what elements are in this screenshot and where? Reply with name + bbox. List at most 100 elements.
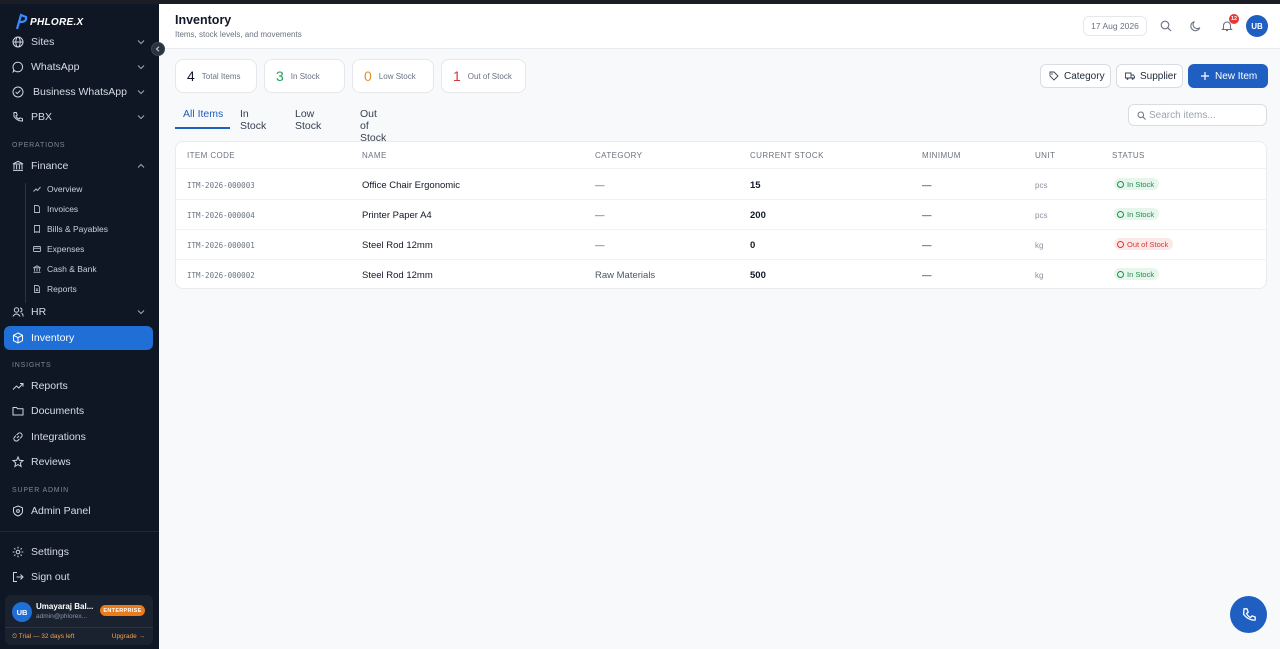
receipt-icon: [34, 225, 40, 233]
table-row[interactable]: ITM-2026-000001 Steel Rod 12mm — 0 — kg …: [176, 230, 1266, 260]
sidebar-item-sign-out[interactable]: Sign out: [4, 565, 153, 589]
sidebar-item-admin-panel[interactable]: Admin Panel: [4, 499, 153, 523]
item-unit: kg: [1035, 241, 1044, 250]
item-category: —: [595, 240, 605, 251]
tab-out-of-stock[interactable]: Out of Stock: [360, 106, 386, 144]
sidebar: PHLORE.X Sites WhatsApp Business WhatsAp…: [0, 4, 159, 649]
sidebar-item-sites[interactable]: Sites: [4, 30, 153, 54]
column-header-current-stock[interactable]: CURRENT STOCK: [750, 151, 824, 160]
sidebar-subitem-overview[interactable]: Overview: [33, 182, 82, 196]
page-header: Inventory Items, stock levels, and movem…: [159, 4, 1280, 49]
sidebar-item-inventory[interactable]: Inventory: [4, 326, 153, 350]
sidebar-item-label: Inventory: [31, 332, 75, 344]
stat-value: 4: [187, 68, 195, 84]
sidebar-subitem-cash-bank[interactable]: Cash & Bank: [33, 262, 97, 276]
upgrade-link[interactable]: Upgrade →: [112, 633, 145, 640]
item-category: Raw Materials: [595, 270, 656, 281]
table-row[interactable]: ITM-2026-000004 Printer Paper A4 — 200 —…: [176, 200, 1266, 230]
column-header-category[interactable]: CATEGORY: [595, 151, 642, 160]
sidebar-item-whatsapp[interactable]: WhatsApp: [4, 55, 153, 79]
user-card[interactable]: UB Umayaraj Bal... admin@phlorex... ENTE…: [5, 595, 153, 645]
sidebar-item-reports[interactable]: Reports: [4, 374, 153, 398]
new-item-button[interactable]: New Item: [1188, 64, 1268, 88]
category-button[interactable]: Category: [1040, 64, 1111, 88]
sidebar-item-settings[interactable]: Settings: [4, 540, 153, 564]
stat-value: 3: [276, 68, 284, 84]
item-code: ITM-2026-000003: [187, 181, 255, 190]
table-row[interactable]: ITM-2026-000002 Steel Rod 12mm Raw Mater…: [176, 260, 1266, 288]
date-chip[interactable]: 17 Aug 2026: [1083, 16, 1147, 36]
section-insights: INSIGHTS: [12, 362, 52, 369]
column-header-unit[interactable]: UNIT: [1035, 151, 1055, 160]
column-header-status[interactable]: STATUS: [1112, 151, 1145, 160]
table-row[interactable]: ITM-2026-000003 Office Chair Ergonomic —…: [176, 170, 1266, 200]
sidebar-item-label: Sites: [31, 36, 55, 48]
sidebar-subitem-reports[interactable]: Reports: [33, 282, 77, 296]
supplier-button[interactable]: Supplier: [1116, 64, 1183, 88]
status-label: In Stock: [1127, 209, 1155, 219]
item-current-stock: 200: [750, 210, 766, 221]
sidebar-item-label: Sign out: [31, 571, 70, 583]
item-minimum: —: [922, 270, 932, 281]
phone-icon: [13, 112, 23, 122]
tab-low-stock[interactable]: Low Stock: [295, 106, 321, 132]
star-icon: [12, 456, 24, 468]
status-x-icon: [1117, 240, 1124, 248]
sidebar-item-label: Reports: [31, 380, 68, 392]
search-box: [1128, 104, 1267, 126]
item-code: ITM-2026-000001: [187, 241, 255, 250]
document-icon: [34, 205, 40, 213]
plus-icon: [1201, 72, 1209, 80]
chevron-down-icon: [137, 90, 145, 95]
status-check-icon: [1117, 180, 1124, 188]
chevron-down-icon: [137, 310, 145, 315]
sidebar-item-hr[interactable]: HR: [4, 300, 153, 324]
brand-logo[interactable]: PHLORE.X: [14, 12, 84, 32]
tab-all-items[interactable]: All Items: [175, 106, 230, 129]
header-avatar[interactable]: UB: [1246, 15, 1268, 37]
trial-row: ⏲ Trial — 32 days left Upgrade →: [5, 627, 153, 645]
box-icon: [13, 332, 23, 344]
chevron-up-icon: [137, 163, 145, 168]
item-minimum: —: [922, 210, 932, 221]
sidebar-subitem-expenses[interactable]: Expenses: [33, 242, 84, 256]
column-header-minimum[interactable]: MINIMUM: [922, 151, 961, 160]
stat-value: 0: [364, 68, 372, 84]
status-badge: In Stock: [1114, 178, 1160, 190]
column-header-item-code[interactable]: ITEM CODE: [187, 151, 235, 160]
sidebar-item-business-whatsapp[interactable]: Business WhatsApp: [4, 80, 153, 104]
link-icon: [13, 432, 23, 442]
status-badge: Out of Stock: [1114, 238, 1174, 250]
sidebar-subitem-bills[interactable]: Bills & Payables: [33, 222, 108, 236]
tab-in-stock[interactable]: In Stock: [240, 106, 266, 132]
shield-icon: [13, 505, 23, 517]
page-subtitle: Items, stock levels, and movements: [175, 30, 302, 39]
moon-icon[interactable]: [1190, 20, 1202, 32]
sidebar-item-label: Reviews: [31, 456, 71, 468]
search-icon[interactable]: [1160, 20, 1172, 32]
sidebar-collapse-button[interactable]: [151, 42, 165, 56]
sidebar-item-documents[interactable]: Documents: [4, 399, 153, 423]
stat-label: Out of Stock: [467, 71, 512, 81]
item-name: Steel Rod 12mm: [362, 270, 433, 281]
supplier-button-label: Supplier: [1140, 70, 1177, 82]
call-fab-button[interactable]: [1230, 596, 1267, 633]
status-label: In Stock: [1127, 179, 1155, 189]
sidebar-item-label: Business WhatsApp: [33, 86, 127, 98]
page-title: Inventory: [175, 13, 232, 27]
item-minimum: —: [922, 240, 932, 251]
sidebar-item-reviews[interactable]: Reviews: [4, 450, 153, 474]
plan-badge: ENTERPRISE: [100, 605, 145, 616]
sidebar-subitem-invoices[interactable]: Invoices: [33, 202, 78, 216]
item-minimum: —: [922, 180, 932, 191]
search-input[interactable]: [1149, 108, 1261, 123]
column-header-name[interactable]: NAME: [362, 151, 387, 160]
stat-out-of-stock: 1 Out of Stock: [441, 59, 526, 93]
sidebar-item-integrations[interactable]: Integrations: [4, 425, 153, 449]
submenu-guide-line: [25, 183, 26, 303]
sidebar-item-pbx[interactable]: PBX: [4, 105, 153, 129]
sidebar-item-label: Settings: [31, 546, 69, 558]
card-icon: [33, 246, 41, 252]
sidebar-item-finance[interactable]: Finance: [4, 154, 153, 178]
sidebar-subitem-label: Invoices: [47, 204, 79, 214]
